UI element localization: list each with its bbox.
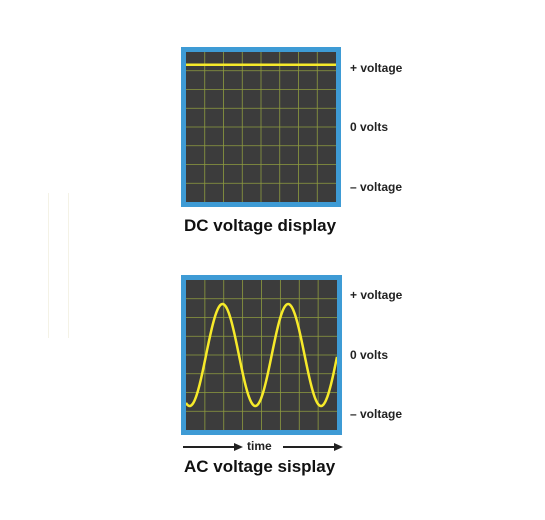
time-arrow-right-line [283, 446, 335, 448]
dc-caption: DC voltage display [184, 216, 337, 235]
dc-zero-volts-label: 0 volts [350, 120, 389, 134]
ac-positive-voltage-label: + voltage [350, 288, 403, 302]
time-arrow-right-head [334, 443, 343, 451]
ac-trace-plot [186, 280, 337, 430]
time-arrow-left-line [183, 446, 235, 448]
time-arrow-left-head [234, 443, 243, 451]
time-label: time [247, 439, 272, 453]
dc-oscilloscope-screen [181, 47, 341, 207]
dc-trace-plot [186, 52, 336, 202]
dc-positive-voltage-label: + voltage [350, 61, 403, 75]
decorative-line [48, 193, 49, 338]
decorative-line [68, 193, 69, 338]
ac-oscilloscope-screen [181, 275, 342, 435]
time-axis-arrow: time [183, 439, 343, 454]
ac-negative-voltage-label: – voltage [350, 407, 403, 421]
dc-negative-voltage-label: – voltage [350, 180, 403, 194]
ac-caption: AC voltage sisplay [184, 457, 336, 476]
ac-zero-volts-label: 0 volts [350, 348, 389, 362]
